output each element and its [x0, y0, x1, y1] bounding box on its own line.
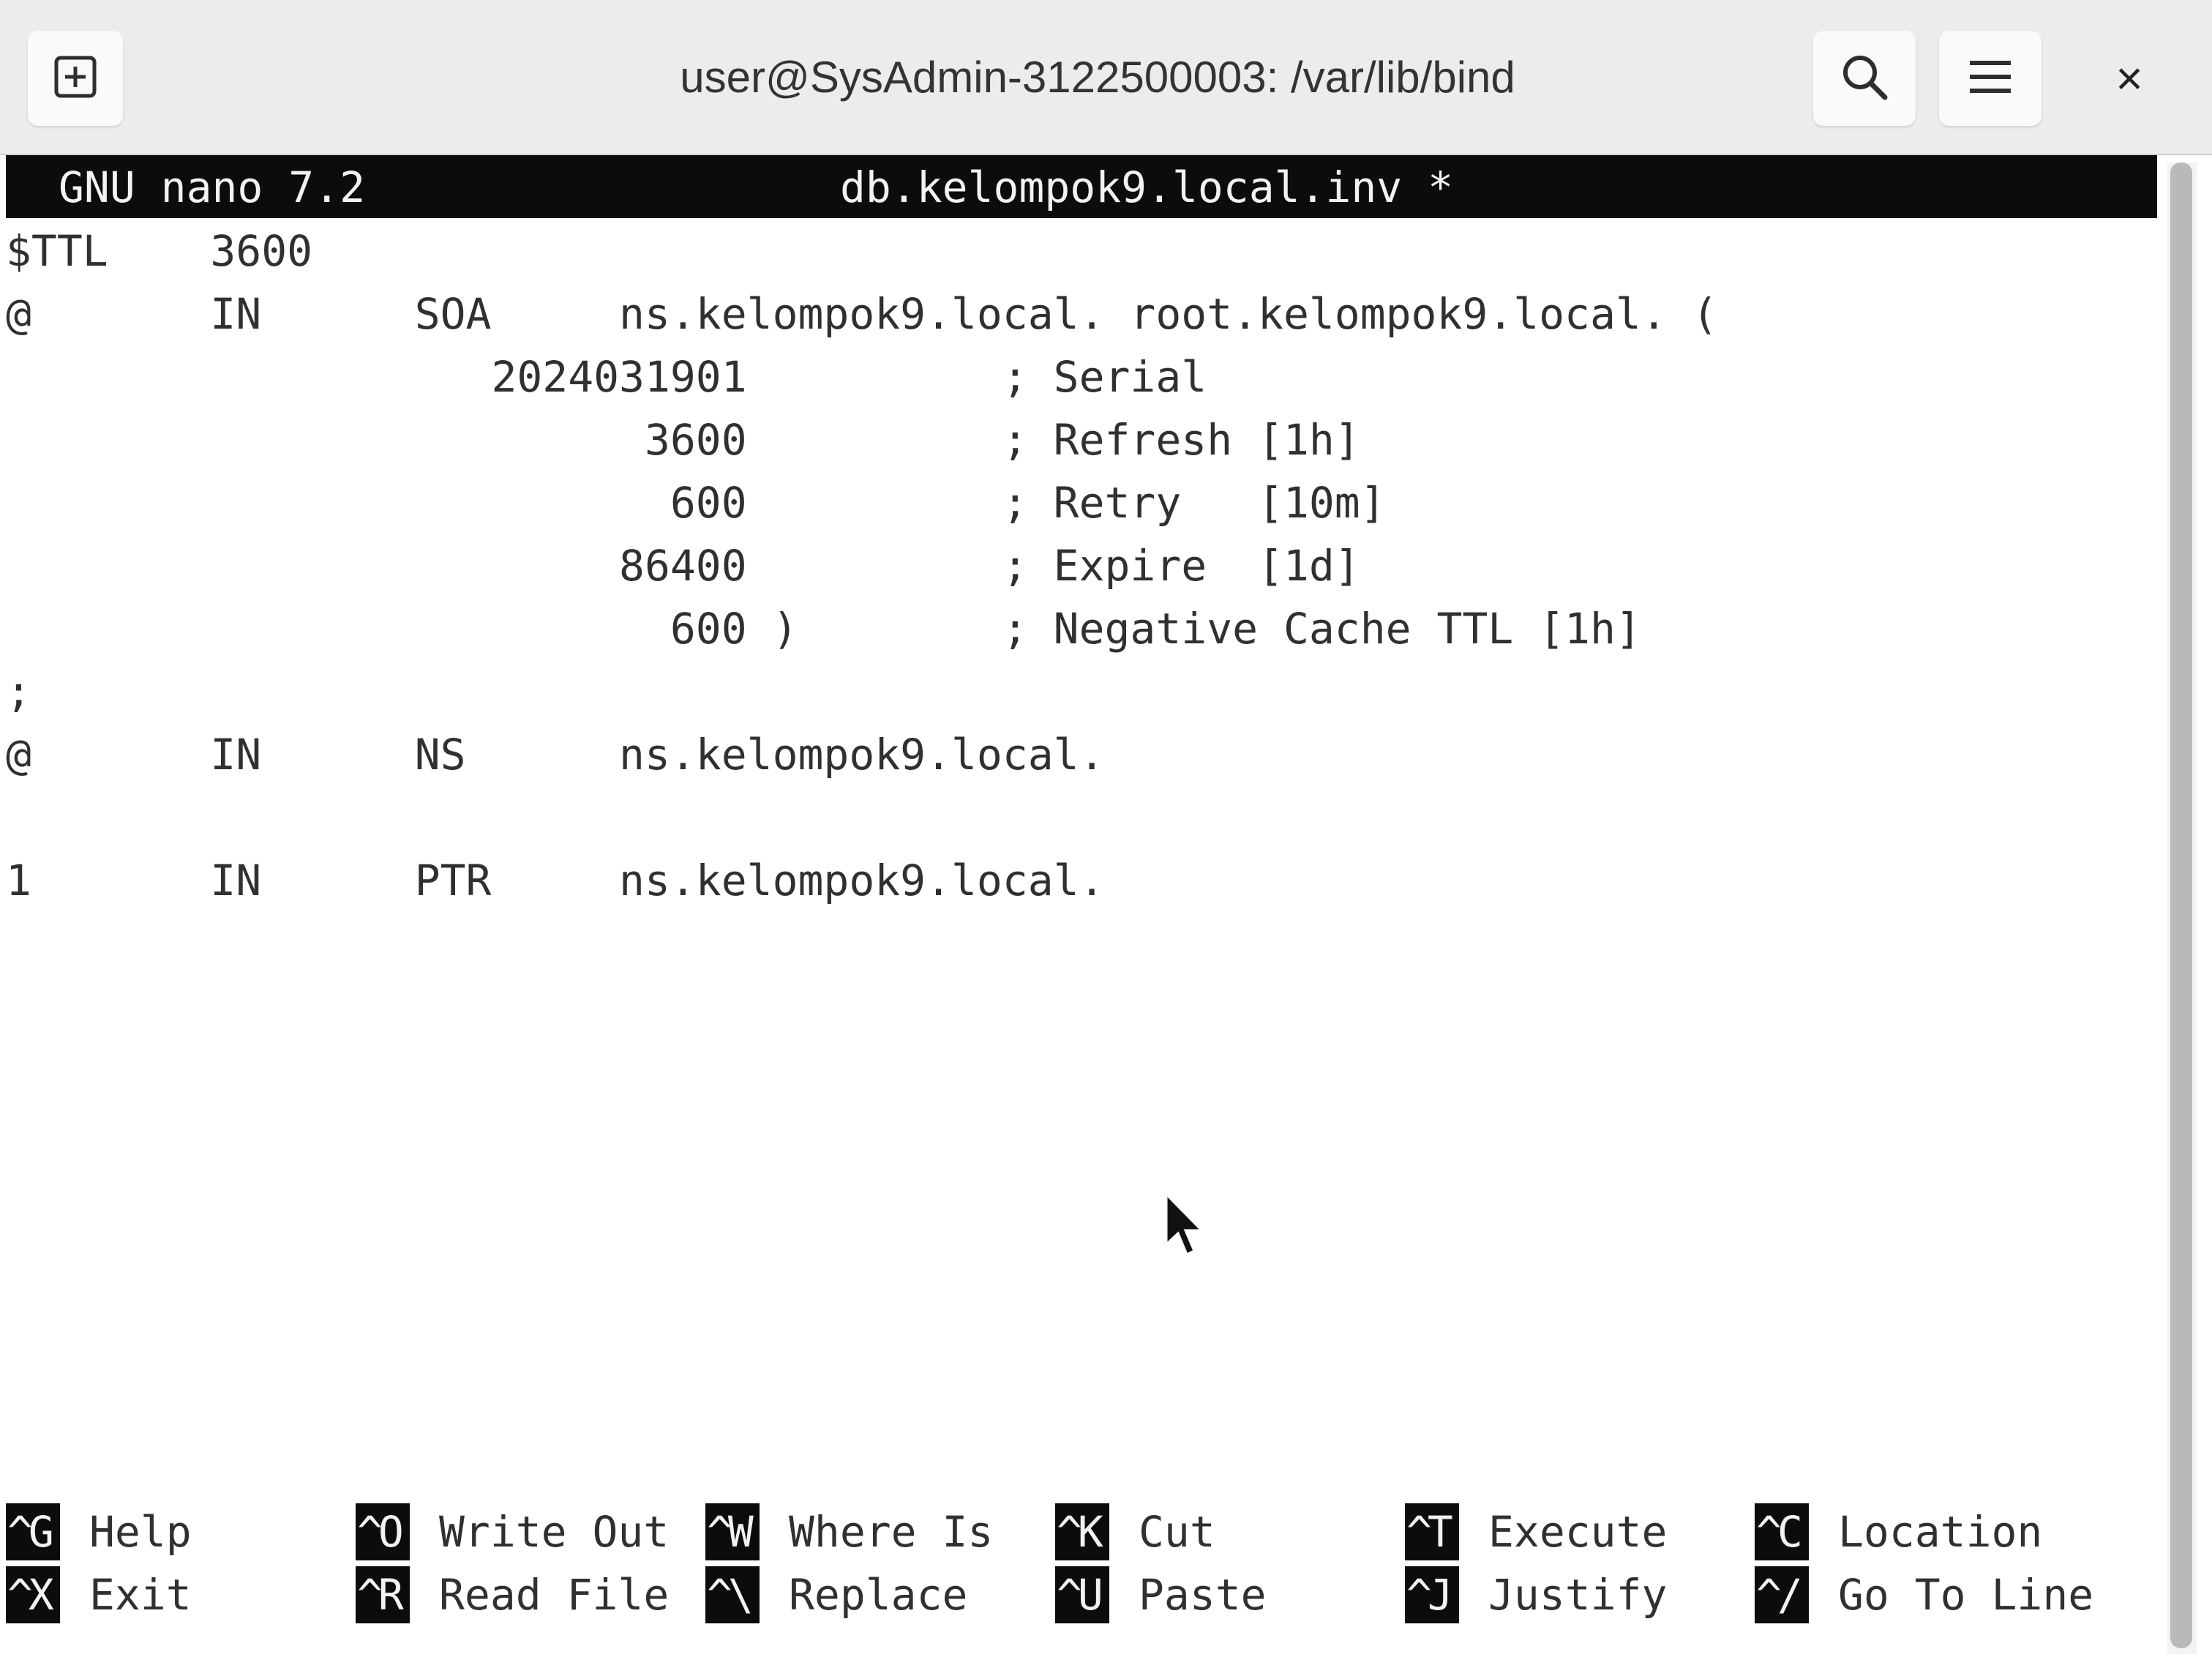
file-line: ; — [6, 667, 31, 717]
nano-version: GNU nano 7.2 — [59, 162, 366, 212]
hamburger-menu-icon — [1967, 56, 2014, 101]
mouse-pointer-icon — [1163, 1192, 1207, 1259]
terminal-window: user@SysAdmin-3122500003: /var/lib/bind … — [0, 0, 2212, 1668]
terminal-content[interactable]: GNU nano 7.2 db.kelompok9.local.inv * $T… — [6, 155, 2157, 1663]
shortcut-write-out[interactable]: ^O Write Out — [356, 1500, 669, 1563]
shortcut-label: Help — [89, 1507, 192, 1557]
shortcut-key: ^K — [1055, 1503, 1109, 1560]
new-tab-icon — [52, 53, 99, 104]
file-line: $TTL 3600 — [6, 226, 313, 276]
shortcut-key: ^W — [705, 1503, 760, 1560]
close-button[interactable]: × — [2093, 31, 2166, 126]
nano-filename: db.kelompok9.local.inv * — [840, 162, 1454, 212]
shortcut-key: ^T — [1405, 1503, 1459, 1560]
shortcut-label: Cut — [1139, 1507, 1215, 1557]
shortcut-justify[interactable]: ^J Justify — [1405, 1563, 1667, 1626]
file-line: 600 ; Retry [10m] — [6, 478, 1386, 528]
shortcut-key: ^U — [1055, 1566, 1109, 1623]
title-bar: user@SysAdmin-3122500003: /var/lib/bind … — [0, 0, 2212, 155]
file-line: @ IN NS ns.kelompok9.local. — [6, 730, 1105, 779]
file-line: 86400 ; Expire [1d] — [6, 541, 1360, 591]
shortcut-label: Replace — [789, 1570, 968, 1620]
shortcut-cut[interactable]: ^K Cut — [1055, 1500, 1215, 1563]
shortcut-go-to-line[interactable]: ^/ Go To Line — [1755, 1563, 2093, 1626]
shortcut-label: Justify — [1488, 1570, 1668, 1620]
shortcut-key: ^\ — [705, 1566, 760, 1623]
file-line: @ IN SOA ns.kelompok9.local. root.kelomp… — [6, 289, 1718, 339]
nano-header-bar: GNU nano 7.2 db.kelompok9.local.inv * — [6, 155, 2157, 218]
window-title: user@SysAdmin-3122500003: /var/lib/bind — [680, 52, 1515, 102]
shortcut-label: Go To Line — [1838, 1570, 2094, 1620]
file-line: 3600 ; Refresh [1h] — [6, 415, 1360, 465]
close-icon: × — [2115, 52, 2143, 105]
shortcut-key: ^/ — [1755, 1566, 1809, 1623]
file-line: 2024031901 ; Serial — [6, 352, 1207, 402]
shortcut-help[interactable]: ^G Help — [6, 1500, 192, 1563]
file-line: 600 ) ; Negative Cache TTL [1h] — [6, 604, 1641, 654]
nano-shortcut-bar: ^G Help ^O Write Out ^W Where Is ^K Cut … — [6, 1500, 2157, 1632]
shortcut-key: ^J — [1405, 1566, 1459, 1623]
shortcut-where-is[interactable]: ^W Where Is — [705, 1500, 993, 1563]
file-line: 1 IN PTR ns.kelompok9.local. — [6, 856, 1105, 905]
menu-button[interactable] — [1939, 31, 2042, 126]
shortcut-key: ^O — [356, 1503, 410, 1560]
shortcut-replace[interactable]: ^\ Replace — [705, 1563, 967, 1626]
shortcut-label: Write Out — [439, 1507, 670, 1557]
search-icon — [1838, 51, 1891, 107]
search-button[interactable] — [1813, 31, 1916, 126]
shortcut-label: Where Is — [789, 1507, 994, 1557]
shortcut-key: ^C — [1755, 1503, 1809, 1560]
shortcut-exit[interactable]: ^X Exit — [6, 1563, 192, 1626]
shortcut-key: ^G — [6, 1503, 60, 1560]
scrollbar-thumb[interactable] — [2170, 162, 2192, 1648]
shortcut-execute[interactable]: ^T Execute — [1405, 1500, 1667, 1563]
new-tab-button[interactable] — [28, 31, 123, 126]
shortcut-read-file[interactable]: ^R Read File — [356, 1563, 669, 1626]
shortcut-paste[interactable]: ^U Paste — [1055, 1563, 1267, 1626]
shortcut-location[interactable]: ^C Location — [1755, 1500, 2042, 1563]
shortcut-label: Paste — [1139, 1570, 1267, 1620]
shortcut-label: Exit — [89, 1570, 192, 1620]
shortcut-key: ^X — [6, 1566, 60, 1623]
shortcut-key: ^R — [356, 1566, 410, 1623]
shortcut-label: Location — [1838, 1507, 2043, 1557]
shortcut-label: Read File — [439, 1570, 670, 1620]
shortcut-label: Execute — [1488, 1507, 1668, 1557]
